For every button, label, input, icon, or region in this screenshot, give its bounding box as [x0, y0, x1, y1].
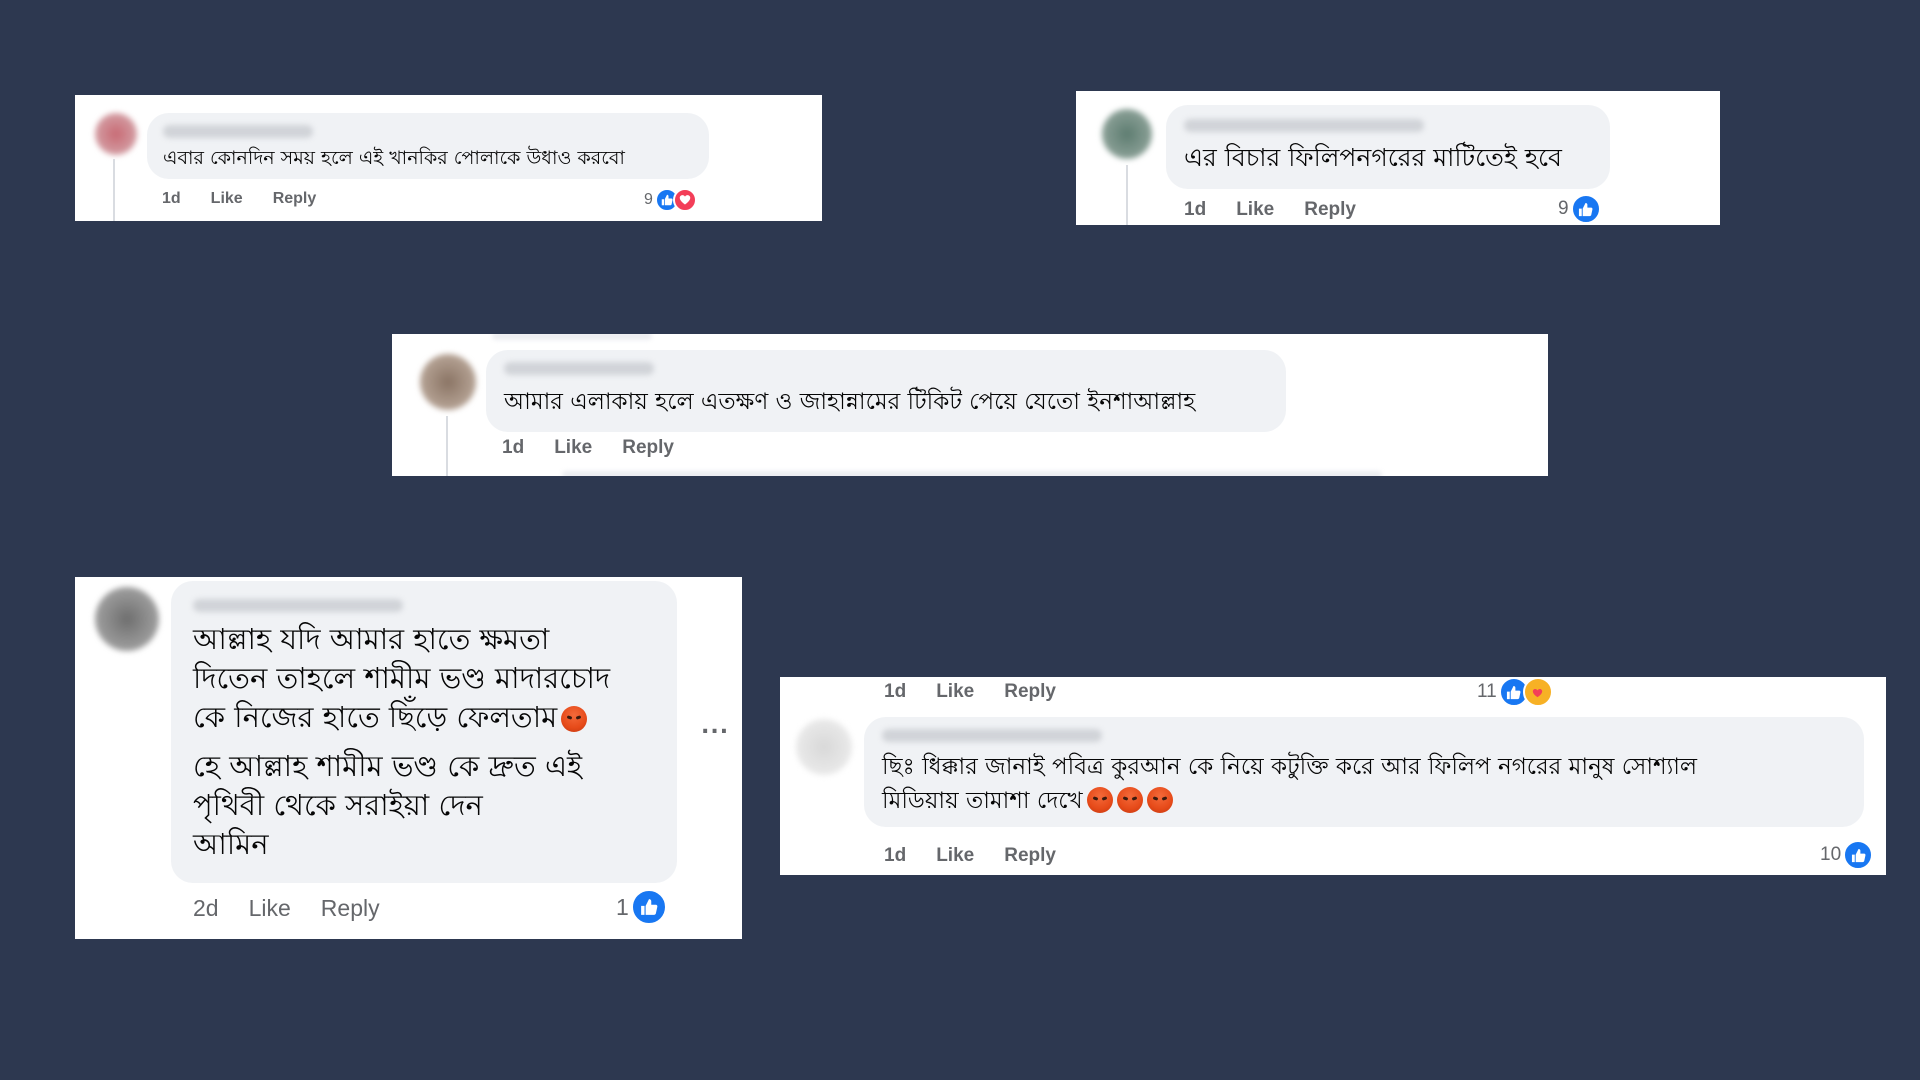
comment-card-5: 1d Like Reply 11 ছিঃ ধিক্কার জানাই পবিত্…	[780, 677, 1886, 875]
reply-button[interactable]: Reply	[321, 895, 380, 922]
angry-emoji-icon	[561, 706, 588, 732]
comment-actions: 1d Like Reply	[884, 845, 1086, 867]
comment-actions: 1d Like Reply	[1184, 199, 1386, 221]
reaction-count: 1	[616, 893, 629, 920]
commenter-name[interactable]	[193, 599, 403, 612]
timestamp[interactable]: 1d	[1184, 199, 1206, 221]
reply-button[interactable]: Reply	[1004, 845, 1056, 867]
comment-text: এর বিচার ফিলিপনগরের মাটিতেই হবে	[1184, 143, 1562, 172]
reply-button[interactable]: Reply	[1304, 199, 1356, 221]
reaction-count: 9	[644, 191, 653, 208]
reaction-summary[interactable]: 9	[1558, 194, 1601, 224]
angry-emoji-icon	[1086, 787, 1113, 813]
commenter-name[interactable]	[882, 729, 1102, 742]
like-button[interactable]: Like	[211, 190, 243, 208]
comment-actions: 2d Like Reply	[193, 895, 410, 922]
reaction-summary[interactable]: 9	[644, 188, 697, 212]
comment-actions: 1d Like Reply	[502, 437, 704, 459]
comment-paragraph: হে আল্লাহ শামীম ভণ্ড কে দ্রুত এই পৃথিবী …	[193, 749, 583, 861]
timestamp[interactable]: 1d	[884, 845, 906, 867]
like-button[interactable]: Like	[249, 895, 291, 922]
reaction-count: 10	[1820, 844, 1842, 865]
timestamp[interactable]: 1d	[162, 190, 181, 208]
angry-emoji-icon	[1146, 787, 1173, 813]
reaction-summary[interactable]: 1	[616, 889, 667, 925]
timestamp[interactable]: 1d	[884, 681, 906, 703]
reply-button[interactable]: Reply	[622, 437, 674, 459]
reaction-count: 11	[1477, 681, 1497, 702]
previous-comment-actions	[492, 334, 652, 340]
thread-line	[1126, 165, 1128, 225]
avatar[interactable]	[95, 113, 137, 155]
love-icon	[672, 188, 697, 212]
reaction-summary[interactable]: 10	[1820, 840, 1874, 870]
like-button[interactable]: Like	[936, 681, 974, 703]
next-comment-bubble	[562, 471, 1382, 476]
previous-comment-actions: 1d Like Reply	[884, 681, 1086, 703]
comment-bubble: আল্লাহ যদি আমার হাতে ক্ষমতা দিতেন তাহলে …	[171, 581, 677, 883]
comment-text: আমার এলাকায় হলে এতক্ষণ ও জাহান্নামের টি…	[504, 389, 1196, 415]
like-button[interactable]: Like	[554, 437, 592, 459]
avatar[interactable]	[420, 354, 476, 410]
more-options-icon[interactable]: ...	[701, 714, 729, 739]
comment-bubble: এর বিচার ফিলিপনগরের মাটিতেই হবে	[1166, 105, 1610, 189]
comment-card-2: এর বিচার ফিলিপনগরের মাটিতেই হবে 1d Like …	[1076, 91, 1720, 225]
like-button[interactable]: Like	[936, 845, 974, 867]
comment-card-4: আল্লাহ যদি আমার হাতে ক্ষমতা দিতেন তাহলে …	[75, 577, 742, 939]
care-icon	[1522, 677, 1553, 707]
comment-bubble: এবার কোনদিন সময় হলে এই খানকির পোলাকে উধ…	[147, 113, 709, 179]
timestamp[interactable]: 2d	[193, 895, 219, 922]
like-icon	[1843, 840, 1874, 870]
comment-bubble: আমার এলাকায় হলে এতক্ষণ ও জাহান্নামের টি…	[486, 350, 1286, 432]
previous-reaction-summary[interactable]: 11	[1477, 677, 1553, 707]
comment-card-1: এবার কোনদিন সময় হলে এই খানকির পোলাকে উধ…	[75, 95, 822, 221]
comment-text: ছিঃ ধিক্কার জানাই পবিত্র কুরআন কে নিয়ে …	[882, 750, 1846, 818]
comment-actions: 1d Like Reply	[162, 190, 346, 208]
avatar[interactable]	[796, 719, 852, 775]
timestamp[interactable]: 1d	[502, 437, 524, 459]
comment-paragraph: ছিঃ ধিক্কার জানাই পবিত্র কুরআন কে নিয়ে …	[882, 754, 1698, 814]
comment-bubble: ছিঃ ধিক্কার জানাই পবিত্র কুরআন কে নিয়ে …	[864, 717, 1864, 827]
like-icon	[630, 889, 667, 925]
commenter-name[interactable]	[504, 362, 654, 375]
avatar[interactable]	[1102, 109, 1152, 159]
reaction-count: 9	[1558, 198, 1569, 219]
angry-emoji-icon	[1116, 787, 1143, 813]
comment-card-3: আমার এলাকায় হলে এতক্ষণ ও জাহান্নামের টি…	[392, 334, 1548, 476]
commenter-name[interactable]	[1184, 119, 1424, 132]
thread-line	[113, 159, 115, 221]
like-button[interactable]: Like	[1236, 199, 1274, 221]
commenter-name[interactable]	[163, 125, 313, 138]
comment-text: আল্লাহ যদি আমার হাতে ক্ষমতা দিতেন তাহলে …	[193, 620, 655, 737]
reply-button[interactable]: Reply	[1004, 681, 1056, 703]
reply-button[interactable]: Reply	[273, 190, 317, 208]
avatar[interactable]	[95, 587, 159, 651]
thread-line	[446, 416, 448, 476]
like-icon	[1570, 194, 1601, 224]
comment-text: এবার কোনদিন সময় হলে এই খানকির পোলাকে উধ…	[163, 147, 625, 169]
comment-paragraph: আল্লাহ যদি আমার হাতে ক্ষমতা দিতেন তাহলে …	[193, 622, 611, 734]
